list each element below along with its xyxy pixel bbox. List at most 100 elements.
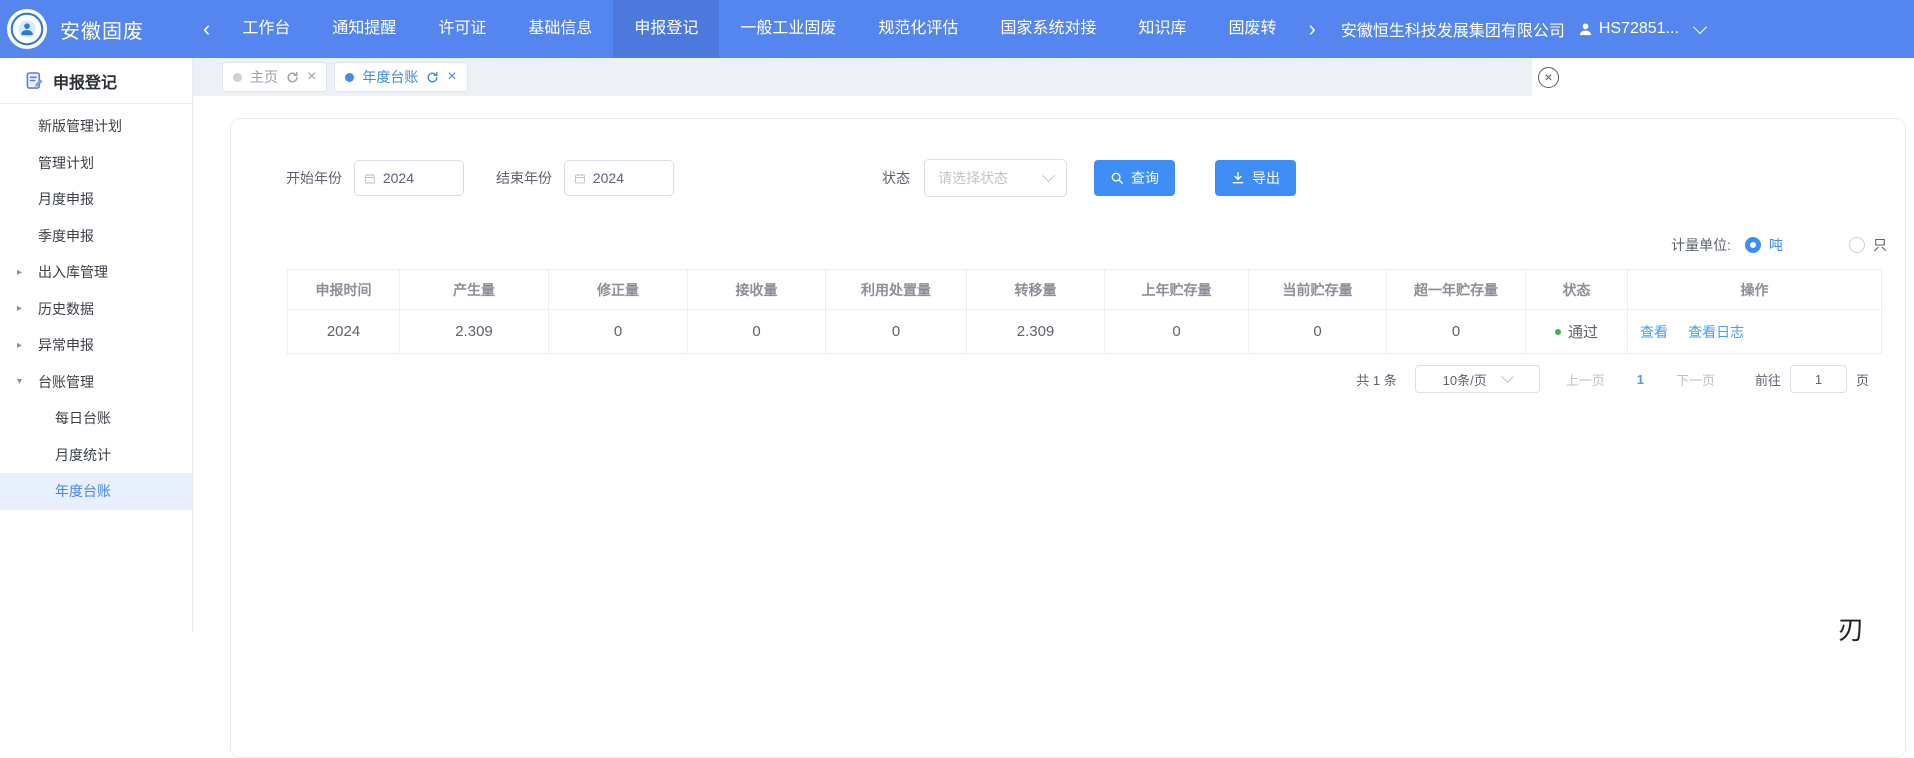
chevron-down-icon xyxy=(1501,370,1514,383)
sidebar-item-label: 台账管理 xyxy=(38,372,94,392)
sidebar-title: 申报登记 xyxy=(0,58,192,104)
sidebar-item-history-data[interactable]: ▸ 历史数据 xyxy=(0,291,192,328)
sidebar-item-daily-ledger[interactable]: 每日台账 xyxy=(0,400,192,437)
col-received: 接收量 xyxy=(688,270,826,310)
download-icon xyxy=(1231,171,1245,185)
tab-annual-ledger[interactable]: 年度台账 × xyxy=(334,62,467,92)
current-page-button[interactable]: 1 xyxy=(1637,372,1644,387)
cell-last-year-storage: 0 xyxy=(1105,310,1249,354)
app-logo-icon xyxy=(7,9,47,49)
nav-item-notifications[interactable]: 通知提醒 xyxy=(311,0,417,58)
sidebar: 申报登记 新版管理计划 管理计划 月度申报 季度申报 ▸出入库管理 ▸历史数据 … xyxy=(0,58,193,632)
nav-item-basic-info[interactable]: 基础信息 xyxy=(507,0,613,58)
status-select[interactable]: 请选择状态 xyxy=(924,159,1067,197)
nav-item-standardization-assessment[interactable]: 规范化评估 xyxy=(857,0,979,58)
top-menu: 工作台 通知提醒 许可证 基础信息 申报登记 一般工业固废 规范化评估 国家系统… xyxy=(221,0,1297,58)
sidebar-item-new-management-plan[interactable]: 新版管理计划 xyxy=(0,108,192,145)
view-link[interactable]: 查看 xyxy=(1640,324,1668,340)
search-button-label: 查询 xyxy=(1131,168,1159,188)
main-content: 开始年份 结束年份 状态 请选择状态 查询 导出 xyxy=(192,96,1914,632)
expand-arrow-icon[interactable]: ▸ xyxy=(17,267,22,278)
start-year-label: 开始年份 xyxy=(286,168,342,188)
refresh-icon[interactable] xyxy=(426,71,439,84)
goto-label: 前往 xyxy=(1755,370,1781,389)
sidebar-item-label: 异常申报 xyxy=(38,335,94,355)
sidebar-item-label: 历史数据 xyxy=(38,299,94,319)
cell-over-one-year-storage: 0 xyxy=(1387,310,1526,354)
unit-radio-ton[interactable]: 吨 xyxy=(1745,235,1783,255)
cell-received: 0 xyxy=(688,310,826,354)
sidebar-item-monthly-declaration[interactable]: 月度申报 xyxy=(0,181,192,218)
close-tab-icon[interactable]: × xyxy=(307,69,316,85)
nav-scroll-right-icon[interactable]: › xyxy=(1297,0,1326,58)
search-button[interactable]: 查询 xyxy=(1094,160,1175,196)
end-year-field[interactable] xyxy=(564,160,674,196)
sidebar-item-annual-ledger[interactable]: 年度台账 xyxy=(0,473,192,510)
tab-bar-right-zone: × xyxy=(1532,58,1914,96)
nav-item-knowledge-base[interactable]: 知识库 xyxy=(1117,0,1207,58)
sidebar-item-ledger-management[interactable]: ▾ 台账管理 xyxy=(0,364,192,401)
view-log-link[interactable]: 查看日志 xyxy=(1688,324,1744,340)
cell-operations: 查看 查看日志 xyxy=(1628,310,1882,354)
col-produced: 产生量 xyxy=(400,270,549,310)
cell-utilized-disposed: 0 xyxy=(826,310,967,354)
goto-page-input[interactable] xyxy=(1790,365,1847,393)
cell-status: 通过 xyxy=(1526,310,1628,354)
sidebar-item-quarterly-declaration[interactable]: 季度申报 xyxy=(0,218,192,255)
unit-label: 计量单位: xyxy=(1671,235,1731,255)
cutoff-floating-glyph: 刃 xyxy=(1838,610,1864,647)
cell-corrected: 0 xyxy=(549,310,688,354)
col-over-one-year-storage: 超一年贮存量 xyxy=(1387,270,1526,310)
nav-item-national-system[interactable]: 国家系统对接 xyxy=(979,0,1117,58)
tab-label: 年度台账 xyxy=(362,67,418,87)
refresh-icon[interactable] xyxy=(286,71,299,84)
nav-item-workbench[interactable]: 工作台 xyxy=(221,0,311,58)
nav-item-license[interactable]: 许可证 xyxy=(417,0,507,58)
next-page-button[interactable]: 下一页 xyxy=(1676,370,1715,389)
cell-produced: 2.309 xyxy=(400,310,549,354)
radio-unselected-icon[interactable] xyxy=(1849,237,1865,253)
expand-arrow-icon[interactable]: ▸ xyxy=(17,303,22,314)
annual-ledger-table: 申报时间 产生量 修正量 接收量 利用处置量 转移量 上年贮存量 当前贮存量 超… xyxy=(287,269,1882,354)
col-status: 状态 xyxy=(1526,270,1628,310)
col-declare-time: 申报时间 xyxy=(288,270,400,310)
radio-selected-icon[interactable] xyxy=(1745,237,1761,253)
nav-item-general-industrial-waste[interactable]: 一般工业固废 xyxy=(719,0,857,58)
sidebar-title-label: 申报登记 xyxy=(53,69,117,93)
content-card: 开始年份 结束年份 状态 请选择状态 查询 导出 xyxy=(230,118,1906,758)
export-button[interactable]: 导出 xyxy=(1215,160,1296,196)
prev-page-button[interactable]: 上一页 xyxy=(1566,370,1605,389)
tab-bar: 主页 × 年度台账 × × xyxy=(192,58,1914,96)
document-edit-icon xyxy=(25,71,44,90)
sidebar-item-inout-warehouse[interactable]: ▸出入库管理 xyxy=(0,254,192,291)
nav-item-declaration[interactable]: 申报登记 xyxy=(613,0,719,58)
col-transferred: 转移量 xyxy=(967,270,1105,310)
sidebar-item-monthly-statistics[interactable]: 月度统计 xyxy=(0,437,192,474)
start-year-field[interactable] xyxy=(354,160,464,196)
status-text: 通过 xyxy=(1568,324,1598,341)
close-tab-icon[interactable]: × xyxy=(447,69,456,85)
sidebar-item-label: 管理计划 xyxy=(38,153,94,173)
end-year-input[interactable] xyxy=(593,170,664,186)
page-size-value: 10条/页 xyxy=(1443,370,1487,389)
unit-radio-piece[interactable]: 只 xyxy=(1849,235,1887,255)
company-name: 安徽恒生科技发展集团有限公司 xyxy=(1341,17,1565,41)
start-year-input[interactable] xyxy=(383,170,454,186)
username[interactable]: HS72851... xyxy=(1599,20,1679,38)
status-label: 状态 xyxy=(882,168,910,188)
col-corrected: 修正量 xyxy=(549,270,688,310)
expand-arrow-icon[interactable]: ▸ xyxy=(17,340,22,351)
page-size-select[interactable]: 10条/页 xyxy=(1415,365,1540,393)
nav-item-waste-transfer[interactable]: 固废转 xyxy=(1207,0,1297,58)
collapse-arrow-icon[interactable]: ▾ xyxy=(17,376,22,387)
chevron-down-icon xyxy=(1042,169,1055,182)
user-menu-chevron-down-icon[interactable] xyxy=(1693,20,1707,34)
nav-scroll-left-icon[interactable]: ‹ xyxy=(192,0,221,58)
close-circle-icon[interactable]: × xyxy=(1538,67,1559,88)
sidebar-item-label: 年度台账 xyxy=(55,481,111,501)
sidebar-item-management-plan[interactable]: 管理计划 xyxy=(0,145,192,182)
sidebar-item-abnormal-declaration[interactable]: ▸ 异常申报 xyxy=(0,327,192,364)
col-last-year-storage: 上年贮存量 xyxy=(1105,270,1249,310)
tab-home[interactable]: 主页 × xyxy=(222,62,327,92)
pagination: 共 1 条 10条/页 上一页 1 下一页 前往 页 xyxy=(231,365,1905,393)
